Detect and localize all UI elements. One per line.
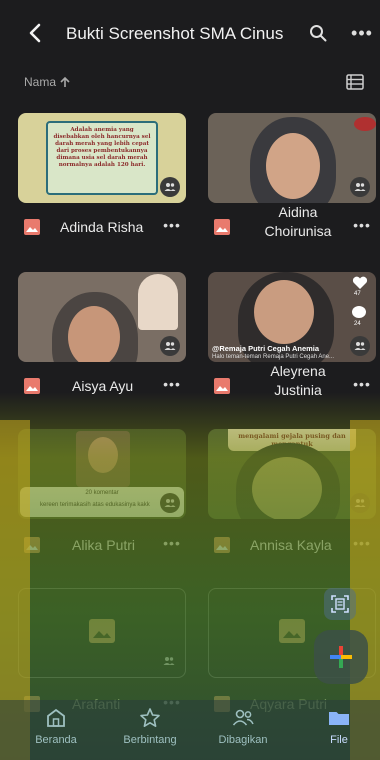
star-icon [140,708,160,727]
nav-label: File [330,734,348,746]
shared-people-icon [159,651,179,671]
new-file-fab[interactable] [314,630,368,684]
nav-files[interactable]: File [294,706,380,756]
file-name-row: Aidina Choirunisa ••• [208,204,376,247]
face-shape [252,457,322,519]
list-view-toggle[interactable] [346,74,368,94]
face-shape [68,306,120,362]
nav-shared[interactable]: Dibagikan [198,706,288,756]
comment-panel-header: 20 komentar [85,490,119,496]
file-name-row: Aleyrena Justinia ••• [208,363,376,406]
comment-count: 24 [354,321,361,327]
image-file-icon [24,378,40,394]
shared-people-icon [160,336,180,356]
video-caption-text: Halo teman-teman Remaja Putri Cegah Ane.… [212,354,335,360]
file-name: Aleyrena Justinia [270,363,326,398]
file-thumbnail[interactable]: 20 komentar kereen terimakasih atas eduk… [18,429,186,519]
file-name: Adinda Risha [60,219,144,235]
heart-icon [352,276,368,290]
sort-row: Nama [0,70,380,98]
shared-people-icon [350,336,370,356]
file-name: Aisya Ayu [72,378,134,394]
file-thumbnail-placeholder[interactable] [18,588,186,678]
more-icon: ••• [351,22,373,43]
file-thumbnail[interactable]: mengalami gejala pusing dan mengantuk [208,429,376,519]
back-arrow-icon [29,23,41,43]
file-thumbnail[interactable] [18,272,186,362]
face-shape [88,437,118,473]
comment-text: kereen terimakasih atas edukasinya kakk [40,502,150,508]
file-name: Aidina Choirunisa [264,204,332,239]
shared-people-icon [160,493,180,513]
drive-folder-screen: Bukti Screenshot SMA Cinus ••• Nama Adal… [0,0,380,760]
file-more-button[interactable]: ••• [160,535,184,555]
back-button[interactable] [20,18,50,48]
image-placeholder-icon [89,619,115,643]
search-button[interactable] [303,18,333,48]
file-more-button[interactable]: ••• [350,217,374,237]
overflow-menu-button[interactable]: ••• [347,18,377,48]
image-file-icon [214,219,230,235]
file-more-button[interactable]: ••• [160,376,184,396]
image-file-icon [24,219,40,235]
document-preview-text: Adalah anemia yang disebabkan oleh hancu… [53,127,151,168]
sort-by-name-button[interactable]: Nama [24,75,71,89]
file-more-button[interactable]: ••• [160,217,184,237]
shared-people-icon [160,177,180,197]
file-thumbnail[interactable] [208,113,376,203]
shared-people-icon [350,493,370,513]
comment-icon [352,306,366,318]
face-shape [266,133,320,199]
file-name-row: Annisa Kayla ••• [208,529,376,565]
file-more-button[interactable]: ••• [350,376,374,396]
image-file-icon [214,537,230,553]
sort-label: Nama [24,75,57,89]
image-file-icon [24,537,40,553]
face-shape [254,280,314,344]
illustration-shape [138,274,178,330]
file-name: Alika Putri [72,537,136,553]
file-name-row: Alika Putri ••• [18,529,186,565]
shared-icon [232,709,254,726]
file-name: Annisa Kayla [250,537,332,553]
image-placeholder-icon [279,619,305,643]
shared-people-icon [350,177,370,197]
folder-title: Bukti Screenshot SMA Cinus [66,24,284,43]
file-thumbnail[interactable]: Adalah anemia yang disebabkan oleh hancu… [18,113,186,203]
sticker-shape [354,117,376,131]
top-app-bar: Bukti Screenshot SMA Cinus ••• [0,14,380,54]
video-caption-title: @Remaja Putri Cegah Anemia [212,344,320,353]
nav-label: Berbintang [123,734,177,746]
nav-home[interactable]: Beranda [11,706,101,756]
document-preview: Adalah anemia yang disebabkan oleh hancu… [46,121,158,195]
list-view-icon [346,74,364,90]
folder-icon [329,712,349,725]
search-icon [310,25,327,42]
file-more-button[interactable]: ••• [350,535,374,555]
file-thumbnail[interactable]: 47 24 @Remaja Putri Cegah Anemia Halo te… [208,272,376,362]
nav-label: Dibagikan [218,734,268,746]
scan-document-button[interactable] [324,588,356,620]
plus-icon [330,646,352,668]
bottom-navigation: Beranda Berbintang Dibagikan File [0,700,380,760]
nav-label: Beranda [35,734,77,746]
arrow-up-icon [60,76,70,87]
scan-icon [331,595,349,613]
nav-starred[interactable]: Berbintang [105,706,195,756]
image-file-icon [214,378,230,394]
like-count: 47 [354,291,361,297]
file-name-row: Aisya Ayu ••• [18,370,186,406]
file-name-row: Adinda Risha ••• [18,211,186,247]
home-icon [47,708,65,727]
